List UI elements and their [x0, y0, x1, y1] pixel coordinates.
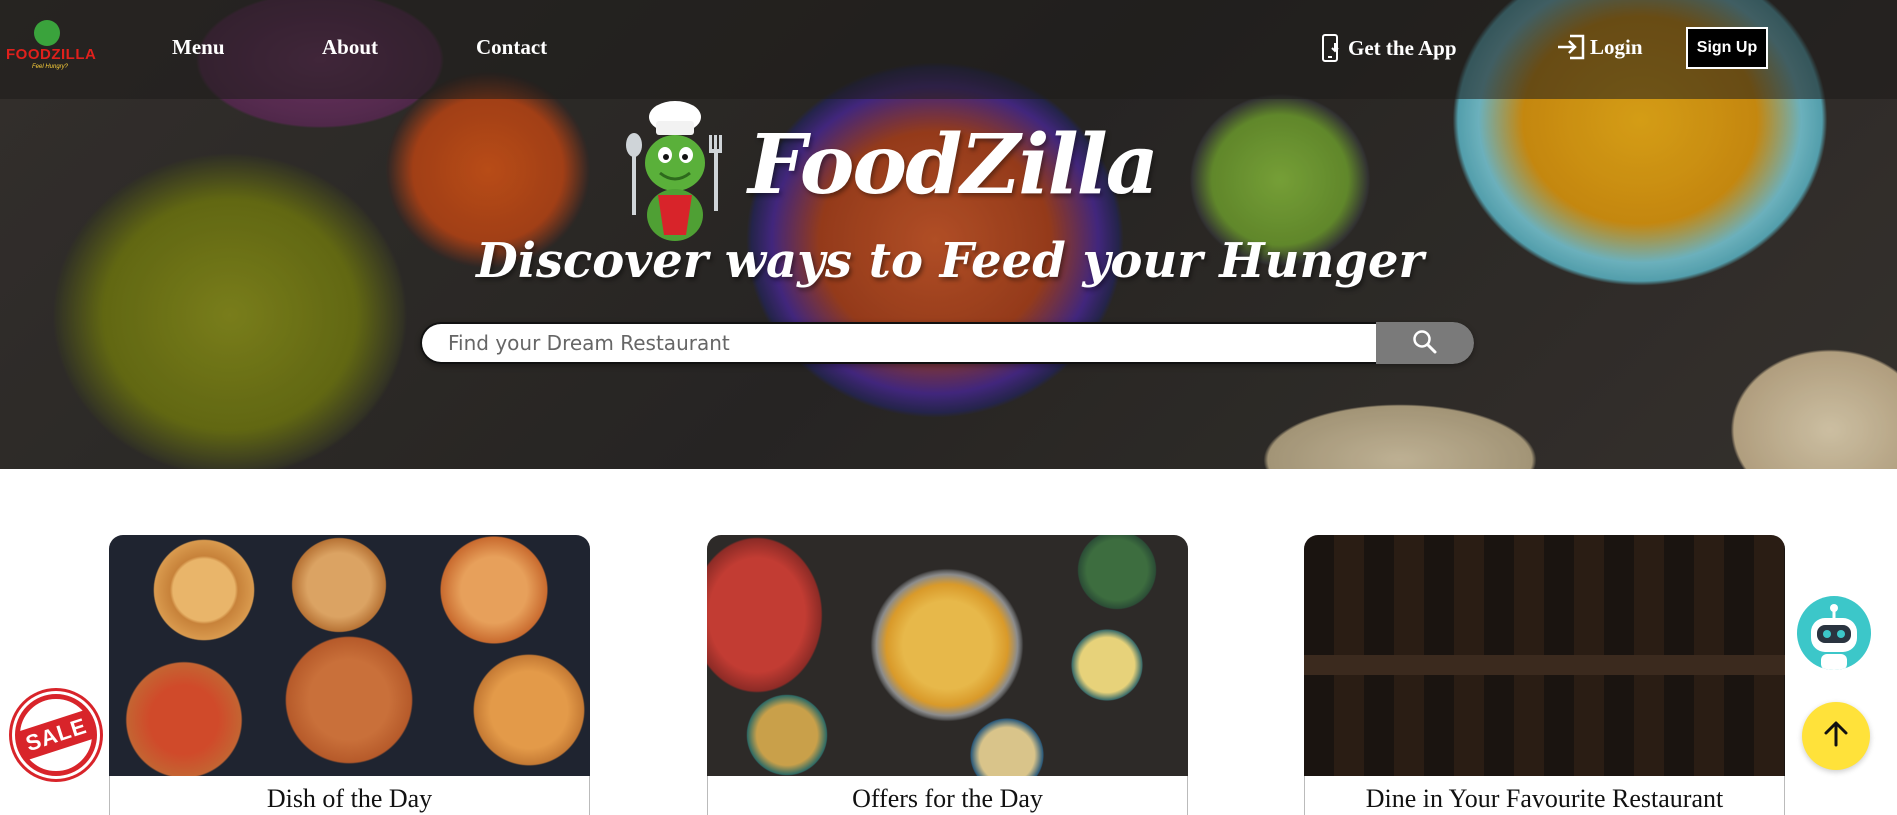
logo-tagline: Feel Hungry? [32, 64, 69, 70]
brand-title: FoodZilla [748, 117, 1159, 213]
hero-tagline: Discover ways to Feed your Hunger [476, 233, 1424, 289]
brand-header: FoodZilla [620, 95, 1159, 245]
sale-badge[interactable]: SALE [15, 694, 97, 776]
card-offers-for-the-day[interactable]: Offers for the Day [707, 535, 1188, 815]
chatbot-button[interactable] [1797, 596, 1871, 670]
get-app-label: Get the App [1348, 35, 1457, 60]
card-title-area: Dine in Your Favourite Restaurant [1304, 776, 1785, 815]
chef-mascot-icon [620, 95, 730, 245]
card-dine-in-restaurant[interactable]: Dine in Your Favourite Restaurant [1304, 535, 1785, 815]
arrow-up-icon [1821, 719, 1851, 754]
restaurant-interior-image [1304, 535, 1785, 776]
hero-banner: FOODZILLA Feel Hungry? Menu About Contac… [0, 0, 1897, 469]
logo-text: FOODZILLA [6, 46, 97, 63]
card-title-area: Offers for the Day [707, 776, 1188, 815]
card-title: Dine in Your Favourite Restaurant [1365, 784, 1724, 813]
search-button[interactable] [1376, 322, 1474, 364]
paella-spread-image [707, 535, 1188, 776]
nav-menu-link[interactable]: Menu [172, 35, 225, 60]
pizza-image [109, 535, 590, 776]
top-navbar: FOODZILLA Feel Hungry? Menu About Contac… [0, 0, 1897, 99]
login-label: Login [1590, 34, 1643, 59]
card-title-area: Dish of the Day [109, 776, 590, 815]
logo[interactable]: FOODZILLA Feel Hungry? [6, 20, 96, 70]
search-bar [420, 322, 1474, 364]
card-title: Dish of the Day [266, 784, 433, 813]
search-icon [1412, 329, 1438, 358]
login-icon [1556, 33, 1586, 61]
get-app-link[interactable]: Get the App [1320, 33, 1457, 63]
login-link[interactable]: Login [1556, 33, 1643, 61]
robot-icon [1797, 604, 1871, 670]
nav-contact-link[interactable]: Contact [476, 35, 547, 60]
card-title: Offers for the Day [852, 784, 1043, 813]
scroll-top-button[interactable] [1802, 702, 1870, 770]
download-app-icon [1320, 33, 1344, 63]
nav-about-link[interactable]: About [322, 35, 378, 60]
logo-mascot-icon [34, 20, 60, 46]
sale-label: SALE [15, 709, 97, 761]
restaurant-search-input[interactable] [420, 322, 1376, 364]
signup-button[interactable]: Sign Up [1686, 27, 1768, 69]
card-dish-of-the-day[interactable]: Dish of the Day [109, 535, 590, 815]
